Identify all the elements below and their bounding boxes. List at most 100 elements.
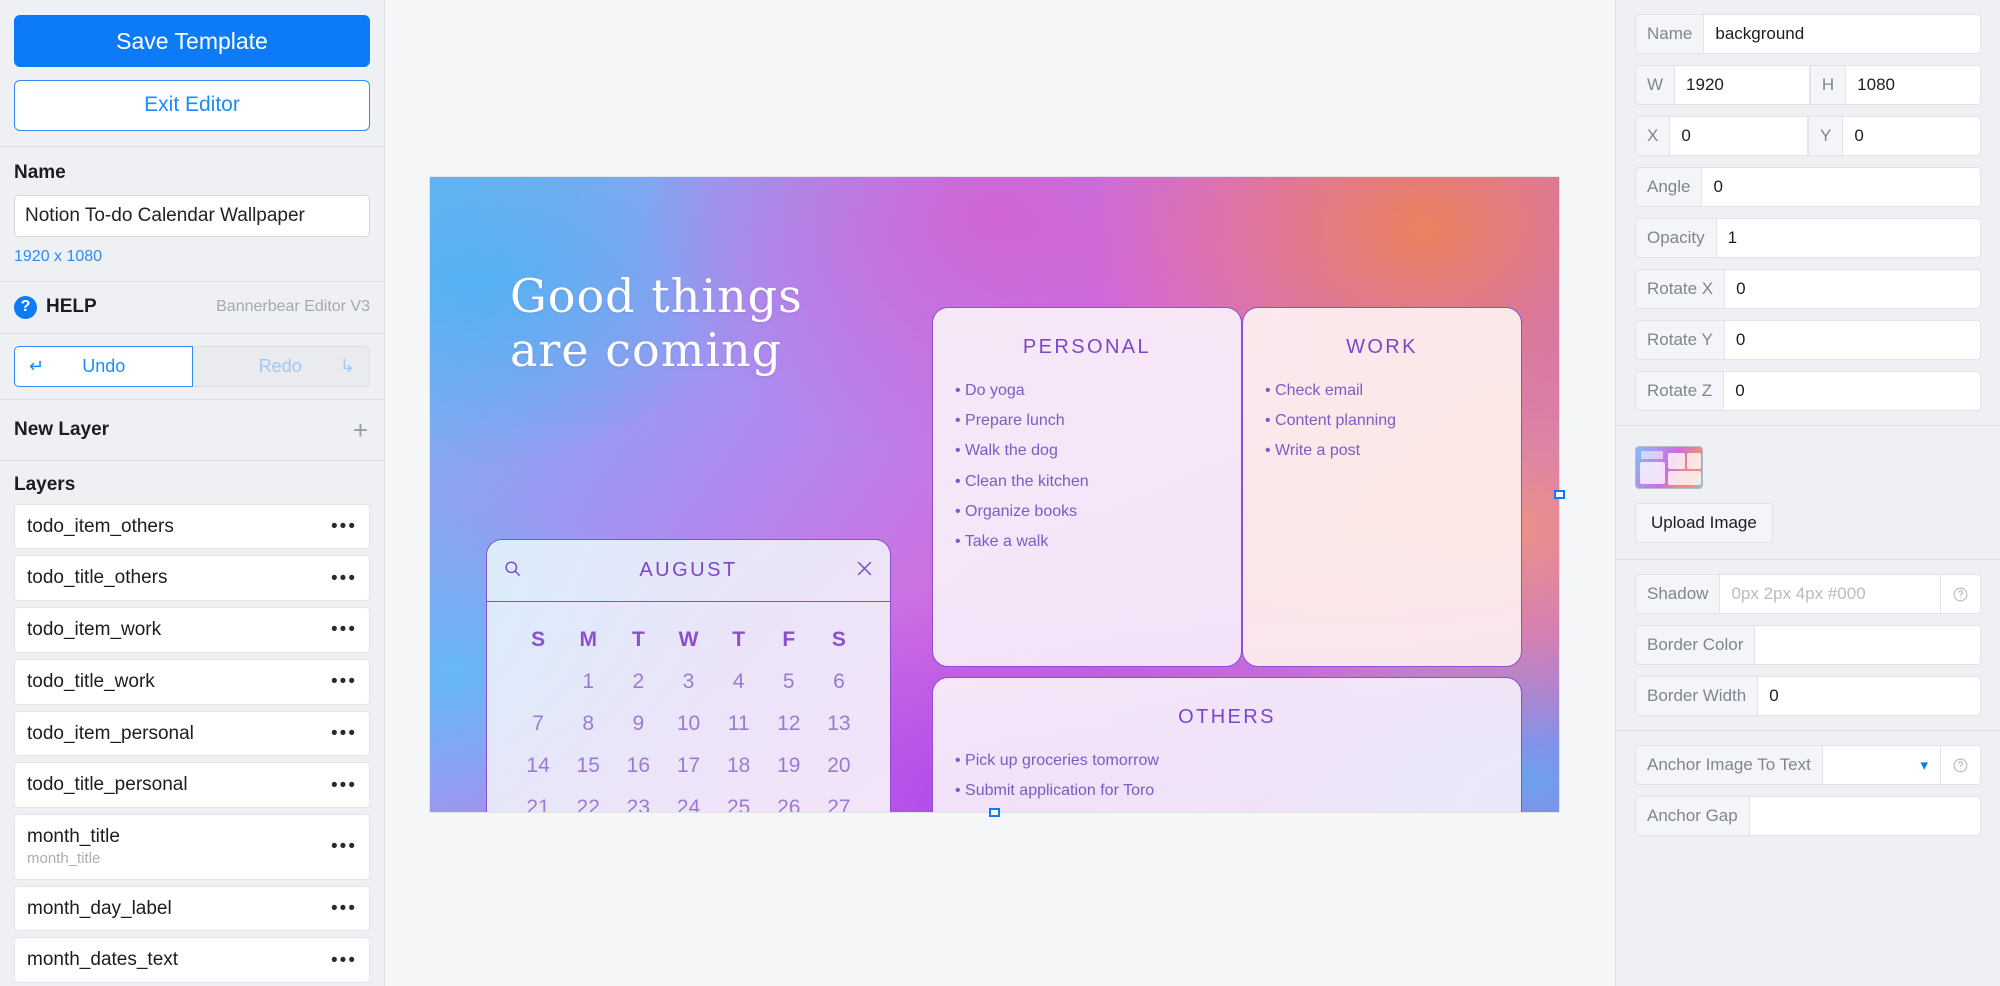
calendar-date-cell[interactable]: 11 <box>714 712 764 736</box>
image-thumbnail[interactable] <box>1635 446 1703 489</box>
height-label: H <box>1809 65 1846 105</box>
calendar-date-cell[interactable]: 19 <box>764 754 814 778</box>
plus-icon[interactable]: + <box>353 417 368 443</box>
calendar-date-cell[interactable]: 17 <box>663 754 713 778</box>
layer-row[interactable]: todo_item_work ••• <box>14 607 370 653</box>
calendar-date-cell[interactable]: 25 <box>714 796 764 812</box>
calendar-date-cell[interactable]: 3 <box>663 670 713 694</box>
anchor-select[interactable]: ▾ <box>1821 745 1941 785</box>
new-layer-row[interactable]: New Layer + <box>0 400 384 461</box>
width-input[interactable] <box>1674 65 1810 105</box>
calendar-date-cell[interactable]: 2 <box>613 670 663 694</box>
headline-text[interactable]: Good things are coming <box>510 269 803 378</box>
x-input[interactable] <box>1669 116 1808 156</box>
border-color-input[interactable] <box>1754 625 1981 665</box>
wallpaper-background-layer[interactable]: Good things are coming AUGUST S M T W T … <box>430 177 1559 812</box>
artboard[interactable]: Good things are coming AUGUST S M T W T … <box>430 177 1565 817</box>
calendar-date-cell[interactable]: 24 <box>663 796 713 812</box>
template-name-input[interactable] <box>14 194 370 237</box>
calendar-date-cell[interactable]: 10 <box>663 712 713 736</box>
exit-editor-button[interactable]: Exit Editor <box>14 80 370 131</box>
calendar-date-cell[interactable]: 14 <box>513 754 563 778</box>
border-width-input[interactable] <box>1757 676 1981 716</box>
rotate-z-input[interactable] <box>1723 371 1981 411</box>
resize-handle-right[interactable] <box>1554 489 1565 499</box>
layer-row[interactable]: month_title month_title ••• <box>14 814 370 880</box>
rotate-y-input[interactable] <box>1723 320 1981 360</box>
calendar-date-cell[interactable]: 23 <box>613 796 663 812</box>
angle-input[interactable] <box>1701 167 1981 207</box>
redo-button[interactable]: Redo ↳ <box>192 345 370 387</box>
calendar-date-cell[interactable]: 9 <box>613 712 663 736</box>
calendar-date-cell[interactable]: 27 <box>814 796 864 812</box>
layer-row[interactable]: todo_title_work ••• <box>14 658 370 705</box>
layer-menu-icon[interactable]: ••• <box>331 517 357 536</box>
upload-image-button[interactable]: Upload Image <box>1635 503 1773 543</box>
layer-row[interactable]: month_day_label ••• <box>14 885 370 932</box>
todo-item-personal[interactable]: • Do yoga • Prepare lunch • Walk the dog • … <box>933 381 1241 551</box>
todo-item-work[interactable]: • Check email • Content planning • Write a… <box>1243 381 1521 461</box>
y-input[interactable] <box>1842 116 1981 156</box>
rotate-x-input[interactable] <box>1724 269 1981 309</box>
layer-row[interactable]: todo_item_personal ••• <box>14 710 370 757</box>
shadow-label: Shadow <box>1635 574 1720 614</box>
shadow-help-icon[interactable] <box>1941 574 1981 614</box>
layer-menu-icon[interactable]: ••• <box>331 569 357 588</box>
canvas-area[interactable]: Good things are coming AUGUST S M T W T … <box>385 0 1615 986</box>
todo-list-item: • Take a walk <box>955 532 1049 550</box>
todo-title-work[interactable]: WORK <box>1243 336 1521 359</box>
calendar-date-cell[interactable]: 26 <box>764 796 814 812</box>
height-input[interactable] <box>1845 65 1982 105</box>
search-icon[interactable] <box>503 559 522 583</box>
layer-menu-icon[interactable]: ••• <box>331 724 357 743</box>
layer-menu-icon[interactable]: ••• <box>331 776 357 795</box>
calendar-date-cell[interactable]: 12 <box>764 712 814 736</box>
todo-card-personal[interactable]: PERSONAL • Do yoga • Prepare lunch • Walk … <box>932 307 1242 667</box>
todo-title-others[interactable]: OTHERS <box>933 706 1521 729</box>
layer-row[interactable]: todo_item_others ••• <box>14 503 370 550</box>
todo-card-work[interactable]: WORK • Check email • Content planning • Wr… <box>1242 307 1522 667</box>
layer-row[interactable]: todo_title_others ••• <box>14 555 370 602</box>
calendar-date-cell[interactable]: 1 <box>563 670 613 694</box>
calendar-date-cell[interactable]: 6 <box>814 670 864 694</box>
anchor-help-icon[interactable] <box>1941 745 1981 785</box>
calendar-date-cell[interactable]: 21 <box>513 796 563 812</box>
template-dimensions: 1920 x 1080 <box>14 247 103 265</box>
resize-handle-bottom[interactable] <box>988 808 1000 817</box>
layer-menu-icon[interactable]: ••• <box>331 951 357 970</box>
calendar-day-label: F <box>782 628 796 651</box>
calendar-date-cell[interactable]: 15 <box>563 754 613 778</box>
layer-row[interactable]: month_dates_text ••• <box>14 937 370 984</box>
anchor-gap-input[interactable] <box>1748 796 1981 836</box>
layer-row[interactable]: todo_title_personal ••• <box>14 762 370 809</box>
calendar-date-cell[interactable]: 4 <box>714 670 764 694</box>
calendar-date-cell[interactable]: 22 <box>563 796 613 812</box>
close-icon[interactable] <box>855 559 874 583</box>
layer-name-input[interactable] <box>1703 14 1981 54</box>
calendar-date-cell[interactable]: 16 <box>613 754 663 778</box>
layer-menu-icon[interactable]: ••• <box>331 837 357 856</box>
todo-title-personal[interactable]: PERSONAL <box>933 336 1241 359</box>
calendar-date-cell[interactable]: 20 <box>814 754 864 778</box>
calendar-date-cell[interactable]: 7 <box>513 712 563 736</box>
help-left-group[interactable]: ? HELP <box>14 295 97 319</box>
todo-card-others[interactable]: OTHERS • Pick up groceries tomorrow • Sub… <box>932 677 1522 812</box>
save-template-button[interactable]: Save Template <box>14 15 370 68</box>
calendar-date-cell[interactable]: 18 <box>714 754 764 778</box>
month-title[interactable]: AUGUST <box>487 559 890 582</box>
opacity-input[interactable] <box>1715 218 1981 258</box>
calendar-date-cell[interactable]: 5 <box>764 670 814 694</box>
todo-item-others[interactable]: • Pick up groceries tomorrow • Submit app… <box>933 751 1521 800</box>
calendar-date-cell[interactable]: 13 <box>814 712 864 736</box>
calendar-date-cell[interactable]: 8 <box>563 712 613 736</box>
calendar-card[interactable]: AUGUST SMTWTFS.1234567891011121314151617… <box>486 539 891 812</box>
calendar-header: AUGUST <box>487 540 890 602</box>
layer-menu-icon[interactable]: ••• <box>331 620 357 639</box>
shadow-input[interactable] <box>1719 574 1941 614</box>
undo-button[interactable]: ↵ Undo <box>14 345 193 387</box>
layer-menu-icon[interactable]: ••• <box>331 899 357 918</box>
todo-list-item: • Check email <box>1265 382 1364 399</box>
layer-menu-icon[interactable]: ••• <box>331 672 357 691</box>
calendar-grid: SMTWTFS.12345678910111213141516171819202… <box>487 602 890 812</box>
rotate-x-field: Rotate X <box>1635 269 1981 309</box>
